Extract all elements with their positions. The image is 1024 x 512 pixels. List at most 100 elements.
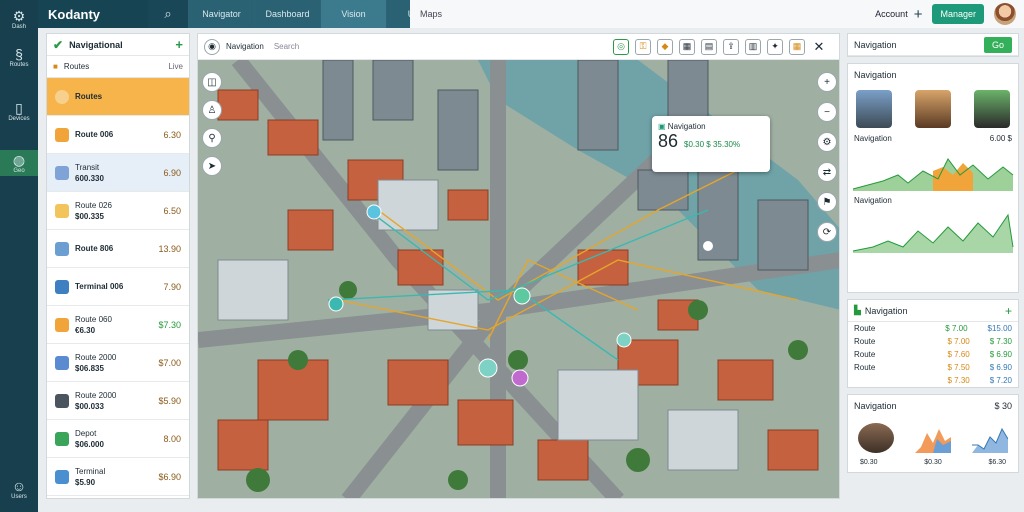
route-row: $ 7.30 $ 7.20 [947, 376, 1013, 385]
walk-icon[interactable]: ♙ [202, 100, 222, 120]
route-list-panel: ✔ Navigational + ■ Routes Live Routes Ro… [46, 33, 190, 499]
map-panel: ◉ Navigation Search ◎ ⚿ ◆ ▦ ▤ ⇪ ▥ ✦ ▦ ✕ [197, 33, 840, 499]
doc-icon[interactable]: ▥ [745, 38, 761, 55]
share-icon[interactable]: ⇪ [723, 38, 739, 55]
photo-thumb[interactable] [974, 90, 1010, 128]
bus-icon [55, 165, 69, 180]
card-summary: Navigation $ 30 $0.30 $0.30 $6.30 [847, 394, 1019, 473]
sparkline-1 [852, 158, 1014, 191]
summary-captions: $0.30 $0.30 $6.30 [860, 459, 1006, 466]
popup-number: 86 [658, 131, 679, 151]
card-search: Navigation Go [847, 33, 1019, 57]
sidebar-item-geo[interactable]: ◍ Geo [0, 150, 38, 176]
device-icon: ▯ [15, 100, 23, 116]
map-toolbar: ◉ Navigation Search ◎ ⚿ ◆ ▦ ▤ ⇪ ▥ ✦ ▦ ✕ [198, 34, 839, 60]
city-map[interactable]: ◫ ♙ ⚲ ➤ + − ⚙ ⇄ ⚑ ⟳ ▣ Navigation 86 $0.30… [198, 55, 839, 498]
add-icon[interactable]: + [175, 37, 183, 52]
list-item[interactable]: Route 806 13.90 [47, 230, 189, 268]
photo-thumb[interactable] [856, 90, 892, 128]
list-item[interactable]: Route 2000 $06.835 $7.00 [47, 344, 189, 382]
user-icon: ☺ [11, 478, 27, 494]
printer-icon[interactable]: ▤ [701, 38, 717, 55]
list-header: ✔ Navigational + [47, 34, 189, 56]
clipboard-icon [55, 431, 69, 446]
terminal-icon [55, 469, 69, 484]
avatar[interactable] [994, 3, 1016, 25]
summary-thumbs [848, 417, 1018, 459]
list-item[interactable]: Terminal 006 7.90 [47, 268, 189, 306]
map-title: Navigation [226, 42, 264, 51]
zoom-in-icon[interactable]: + [817, 72, 837, 92]
sidebar-item-devices[interactable]: ▯ Devices [0, 100, 38, 122]
flag-icon[interactable]: ⚑ [817, 192, 837, 212]
account-menu[interactable]: Account [875, 9, 908, 19]
list-item[interactable]: Transit 600.330 6.90 [47, 154, 189, 192]
map-tools-left: ◫ ♙ ⚲ ➤ [202, 72, 222, 176]
layers-icon[interactable]: ◫ [202, 72, 222, 92]
settings-icon[interactable]: ⚙ [817, 132, 837, 152]
left-rail: ⚙ Dash § Routes ▯ Devices ◍ Geo ☺ Users [0, 0, 38, 512]
route-row: Route $ 7.00 $ 7.30 [854, 337, 1012, 346]
map-tools-right: + − ⚙ ⇄ ⚑ ⟳ [817, 72, 837, 242]
card-routes: ▙ Navigation + Route $ 7.00 $15.00 Route $ 7.… [847, 299, 1019, 388]
key-icon[interactable]: ⚿ [635, 38, 651, 55]
close-icon[interactable]: ✕ [811, 39, 827, 55]
locate-icon[interactable]: ◉ [204, 38, 220, 55]
sidebar-item-routes[interactable]: § Routes [0, 46, 38, 68]
right-panel: Navigation Go Navigation Navigation 6.00 $… [847, 33, 1019, 479]
bar-chart-icon: ▙ [854, 305, 861, 315]
photo-thumb[interactable] [858, 423, 894, 453]
screen-icon [55, 355, 69, 370]
calendar-alt-icon[interactable]: ▦ [789, 38, 805, 55]
route-icon: § [15, 46, 23, 62]
list-item[interactable]: Route 2000 $00.033 $5.90 [47, 382, 189, 420]
list-item[interactable]: Terminal $5.90 $6.90 [47, 458, 189, 496]
sidebar-item-dash[interactable]: ⚙ Dash [0, 8, 38, 30]
alert-icon [55, 317, 69, 332]
sidebar-item-users[interactable]: ☺ Users [0, 478, 38, 500]
list-title: Navigational [69, 39, 123, 50]
folder-icon: ■ [53, 62, 58, 71]
box-icon [55, 393, 69, 408]
tab-dashboard[interactable]: Dashboard [254, 0, 320, 28]
popup-icon: ▣ [658, 122, 666, 131]
grid-icon [55, 279, 69, 294]
route-icon[interactable]: ⇄ [817, 162, 837, 182]
tag-icon[interactable]: ◆ [657, 38, 673, 55]
bike-icon[interactable]: ⚲ [202, 128, 222, 148]
check-icon: ✔ [53, 37, 64, 52]
nav-arrow-icon[interactable]: ➤ [202, 156, 222, 176]
go-button[interactable]: Go [983, 36, 1012, 53]
map-popup[interactable]: ▣ Navigation 86 $0.30 $ 35.30% [652, 116, 770, 172]
sparkline-2 [852, 213, 1014, 253]
card1-title: Navigation [854, 39, 897, 50]
photo-row [848, 86, 1018, 132]
list-item[interactable]: Routes [47, 78, 189, 116]
plus-icon[interactable]: + [914, 6, 923, 23]
tab-vision[interactable]: Vision [320, 0, 386, 28]
tab-navigator[interactable]: Navigator [188, 0, 254, 28]
search-icon[interactable]: ⌕ [148, 0, 188, 28]
route-row: Route $ 7.00 $15.00 [854, 324, 1012, 333]
photo-thumb[interactable] [915, 90, 951, 128]
map-search[interactable]: Search [274, 42, 299, 51]
manager-button[interactable]: Manager [932, 4, 984, 24]
mini-chart [972, 427, 1008, 453]
list-item[interactable]: Route 026 $00.335 6.50 [47, 192, 189, 230]
zoom-out-icon[interactable]: − [817, 102, 837, 122]
pin-icon [55, 89, 69, 104]
calendar-icon[interactable]: ▦ [679, 38, 695, 55]
list-item[interactable]: Route 060 €6.30 $7.30 [47, 306, 189, 344]
list-item[interactable]: Route 006 6.30 [47, 116, 189, 154]
mini-chart [915, 429, 951, 453]
list-item[interactable]: Depot $06.000 8.00 [47, 420, 189, 458]
doc-icon [55, 203, 69, 218]
sync-icon[interactable]: ⟳ [817, 222, 837, 242]
add-icon[interactable]: + [1005, 304, 1012, 318]
card-icon [55, 241, 69, 256]
route-row: Route $ 7.60 $ 6.90 [854, 350, 1012, 359]
popup-sub: $0.30 $ 35.30% [684, 140, 741, 149]
compass-icon[interactable]: ✦ [767, 38, 783, 55]
gps-icon[interactable]: ◎ [613, 38, 629, 55]
page-hint: Maps [420, 9, 443, 19]
